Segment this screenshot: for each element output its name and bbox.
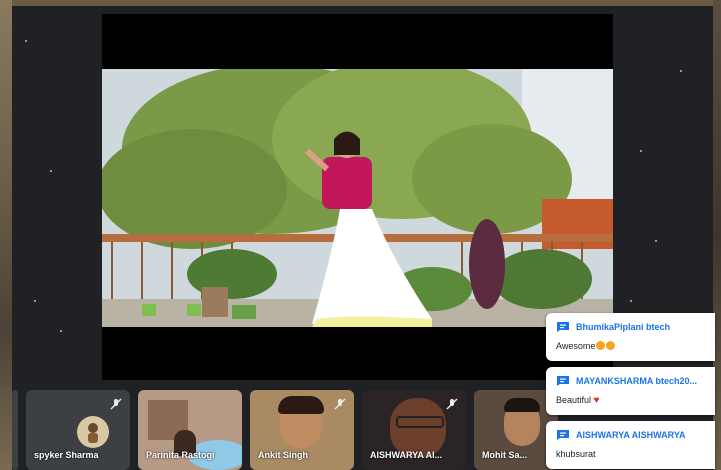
heart-emoji-icon: ♥	[593, 395, 600, 406]
participant-hair	[504, 398, 540, 412]
chat-sender: AISHWARYA AISHWARYA	[576, 430, 686, 440]
mic-off-icon	[446, 398, 458, 410]
chat-message: khubsurat	[556, 449, 596, 459]
main-video-stage[interactable]	[102, 14, 613, 380]
sparkle-decoration	[630, 300, 632, 302]
chat-sender: BhumikaPiplani btech	[576, 322, 671, 332]
sparkle-decoration	[60, 330, 62, 332]
chat-bubble-icon	[557, 322, 569, 332]
participant-tile[interactable]: Ankit Singh	[250, 390, 354, 470]
chat-bubble-icon	[557, 376, 569, 386]
participant-face	[390, 398, 446, 458]
avatar	[77, 416, 109, 448]
chat-toast[interactable]: AISHWARYA AISHWARYA khubsurat	[546, 421, 715, 469]
chat-message-text: Beautiful	[556, 395, 592, 405]
chat-header: MAYANKSHARMA btech20...	[556, 375, 697, 387]
participant-tile[interactable]: AISHWARYA AI...	[362, 390, 466, 470]
chat-toast[interactable]: BhumikaPiplani btech Awesome	[546, 313, 715, 361]
participant-name: Ankit Singh	[258, 450, 308, 460]
chat-message-text: Awesome	[556, 341, 596, 351]
participant-tile-edge[interactable]	[12, 390, 18, 470]
chat-bubble-icon	[557, 430, 569, 440]
participant-name: Parinita Rastogi	[146, 450, 215, 460]
sparkle-decoration	[640, 150, 642, 152]
sparkle-decoration	[50, 170, 52, 172]
participant-tile[interactable]: Parinita Rastogi	[138, 390, 242, 470]
star-struck-emoji-icon	[606, 341, 616, 350]
participant-name: spyker Sharma	[34, 450, 99, 460]
glasses	[396, 416, 444, 428]
participant-tile[interactable]: spyker Sharma	[26, 390, 130, 470]
chat-message-text: khubsurat	[556, 449, 596, 459]
frame-edge-left	[0, 0, 12, 470]
sparkle-decoration	[25, 40, 27, 42]
mic-off-icon	[334, 398, 346, 410]
sparkle-decoration	[34, 300, 36, 302]
chat-toast[interactable]: MAYANKSHARMA btech20... Beautiful ♥	[546, 367, 715, 415]
chat-header: AISHWARYA AISHWARYA	[556, 429, 686, 441]
mic-off-icon	[110, 398, 122, 410]
participant-hair	[278, 396, 324, 414]
chat-message: Awesome	[556, 341, 616, 351]
presenter-video	[102, 69, 613, 327]
participant-name: AISHWARYA AI...	[370, 450, 443, 460]
participant-name: Mohit Sa...	[482, 450, 527, 460]
chat-message: Beautiful ♥	[556, 395, 599, 406]
chat-header: BhumikaPiplani btech	[556, 321, 670, 333]
sparkle-decoration	[655, 240, 657, 242]
sparkle-decoration	[680, 70, 682, 72]
chat-sender: MAYANKSHARMA btech20...	[576, 376, 698, 386]
star-struck-emoji-icon	[596, 341, 606, 350]
